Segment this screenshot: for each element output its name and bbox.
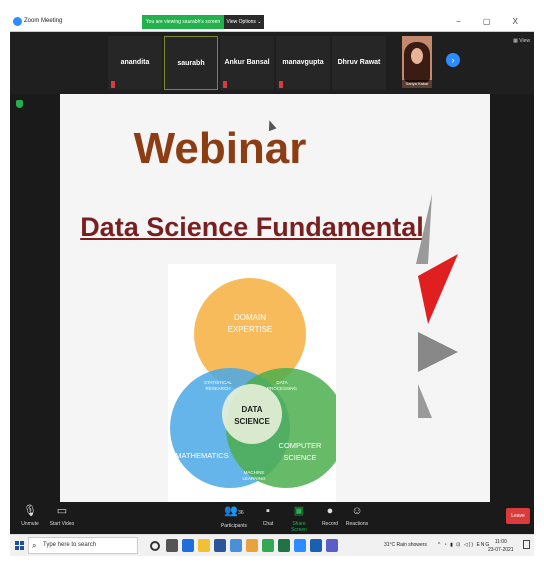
- windows-start-icon[interactable]: [15, 541, 24, 550]
- window-controls[interactable]: − ▢ X: [456, 17, 528, 26]
- video-face: [411, 48, 423, 64]
- view-button[interactable]: ▦ View: [513, 38, 530, 44]
- participant-name: anandita: [120, 59, 150, 66]
- participant-name: manavgupta: [282, 59, 324, 66]
- app-title: Zoom Meeting: [24, 18, 63, 24]
- venn-ml-label-1: MACHINE: [244, 470, 265, 475]
- venn-ml-label-2: LEARNING: [242, 476, 266, 481]
- app-icon[interactable]: [326, 539, 338, 552]
- zoom-taskbar-icon[interactable]: [294, 539, 306, 552]
- slide-subtitle: Data Science Fundamental: [80, 212, 424, 242]
- participant-video-tile[interactable]: Sanya Kakar: [402, 36, 432, 88]
- reactions-label: Reactions: [345, 521, 369, 527]
- venn-center-label-1: DATA: [241, 405, 262, 414]
- cortana-icon[interactable]: [150, 541, 160, 551]
- unmute-label: Unmute: [21, 521, 39, 527]
- leave-button[interactable]: Leave: [506, 508, 530, 524]
- venn-stat-label-2: RESEARCH: [205, 386, 230, 391]
- venn-stat-label-1: STATISTICAL: [204, 380, 232, 385]
- participants-label: Participants: [220, 523, 248, 529]
- venn-domain-label-2: EXPERTISE: [228, 325, 273, 334]
- chat-icon: ▪: [266, 505, 270, 517]
- record-button[interactable]: ● Record: [320, 504, 340, 527]
- muted-mic-icon: 🎙: [23, 505, 37, 517]
- venn-math-label: MATHEMATICS: [175, 451, 228, 460]
- title-bar: Zoom Meeting You are viewing saurabh's s…: [10, 12, 534, 32]
- unmute-button[interactable]: 🎙 Unmute: [18, 504, 42, 527]
- participant-name: saurabh: [177, 60, 205, 67]
- next-page-button[interactable]: ›: [446, 53, 460, 67]
- muted-mic-icon: [111, 81, 115, 88]
- venn-cs-label-1: COMPUTER: [279, 441, 323, 450]
- word-icon[interactable]: [214, 539, 226, 552]
- reactions-button[interactable]: ☺ Reactions: [344, 504, 370, 527]
- app-icon[interactable]: [246, 539, 258, 552]
- record-label: Record: [321, 521, 339, 527]
- participants-button[interactable]: 👥36 Participants: [218, 504, 250, 529]
- venn-dp-label-2: PROCESSING: [267, 386, 298, 391]
- system-tray[interactable]: ^ ◔ ▮ ⊡ ◁)) ENG: [438, 542, 490, 548]
- start-video-label: Start Video: [49, 521, 75, 527]
- windows-taskbar: ⌕ Type here to search 31°C Rain showers …: [10, 534, 534, 556]
- participant-name: Sanya Kakar: [402, 80, 432, 88]
- shared-screen-slide: Webinar Data Science Fundamental DOMAIN …: [60, 94, 490, 504]
- participant-tile[interactable]: saurabh: [164, 36, 218, 90]
- gray-triangle-shape: [418, 384, 432, 418]
- venn-diagram: DOMAIN EXPERTISE STATISTICAL RESEARCH DA…: [168, 264, 336, 504]
- video-off-icon: ▭: [56, 505, 68, 517]
- participants-icon: 👥36: [224, 505, 244, 517]
- venn-center: [222, 384, 282, 444]
- zoom-logo-icon: [13, 17, 22, 26]
- clock-date: 23-07-2021: [488, 547, 514, 553]
- clock-time: 11:00: [494, 539, 507, 545]
- clock[interactable]: 11:00 23-07-2021: [488, 538, 514, 554]
- file-explorer-icon[interactable]: [198, 539, 210, 552]
- app-icon[interactable]: [262, 539, 274, 552]
- security-shield-icon: [16, 100, 23, 108]
- task-view-icon[interactable]: [166, 539, 178, 552]
- app-icon[interactable]: [310, 539, 322, 552]
- record-icon: ●: [326, 505, 334, 517]
- participant-name: Dhruv Rawat: [337, 59, 381, 66]
- participant-tile[interactable]: manavgupta: [276, 36, 330, 90]
- participant-strip: anandita saurabh Ankur Bansal manavgupta…: [10, 32, 534, 94]
- share-screen-button[interactable]: ▣ Share Screen: [284, 504, 314, 533]
- participant-tile[interactable]: Ankur Bansal: [220, 36, 274, 90]
- taskbar-search-box[interactable]: ⌕ Type here to search: [28, 537, 138, 554]
- participant-tile[interactable]: Dhruv Rawat: [332, 36, 386, 90]
- share-screen-label: Share Screen: [291, 521, 307, 533]
- search-placeholder: Type here to search: [43, 542, 97, 548]
- viewing-banner: You are viewing saurabh's screen: [142, 15, 224, 29]
- excel-icon[interactable]: [278, 539, 290, 552]
- venn-center-label-2: SCIENCE: [234, 417, 270, 426]
- gray-triangle-shape: [416, 194, 432, 264]
- search-icon: ⌕: [32, 541, 37, 550]
- store-icon[interactable]: [230, 539, 242, 552]
- participant-name: Ankur Bansal: [224, 59, 270, 66]
- decorative-shapes: [416, 194, 458, 418]
- reactions-icon: ☺: [351, 505, 363, 517]
- slide-title: Webinar: [133, 124, 307, 173]
- chat-button[interactable]: ▪ Chat: [258, 504, 278, 527]
- venn-domain-label-1: DOMAIN: [234, 313, 266, 322]
- start-video-button[interactable]: ▭ Start Video: [46, 504, 78, 527]
- participant-tile[interactable]: anandita: [108, 36, 162, 90]
- view-options-button[interactable]: View Options ⌄: [224, 15, 264, 29]
- weather-widget[interactable]: 31°C Rain showers: [384, 542, 427, 548]
- muted-mic-icon: [279, 81, 283, 88]
- edge-icon[interactable]: [182, 539, 194, 552]
- muted-mic-icon: [223, 81, 227, 88]
- gray-triangle-shape: [418, 332, 458, 372]
- venn-cs-label-2: SCIENCE: [283, 453, 316, 462]
- meeting-toolbar: 🎙 Unmute ▭ Start Video 👥36 Participants …: [10, 502, 534, 534]
- chat-label: Chat: [262, 521, 274, 527]
- share-screen-icon: ▣: [293, 505, 305, 517]
- red-triangle-shape: [418, 254, 458, 324]
- zoom-window: Zoom Meeting You are viewing saurabh's s…: [10, 12, 534, 556]
- venn-dp-label-1: DATA: [276, 380, 287, 385]
- notification-icon[interactable]: [523, 540, 530, 549]
